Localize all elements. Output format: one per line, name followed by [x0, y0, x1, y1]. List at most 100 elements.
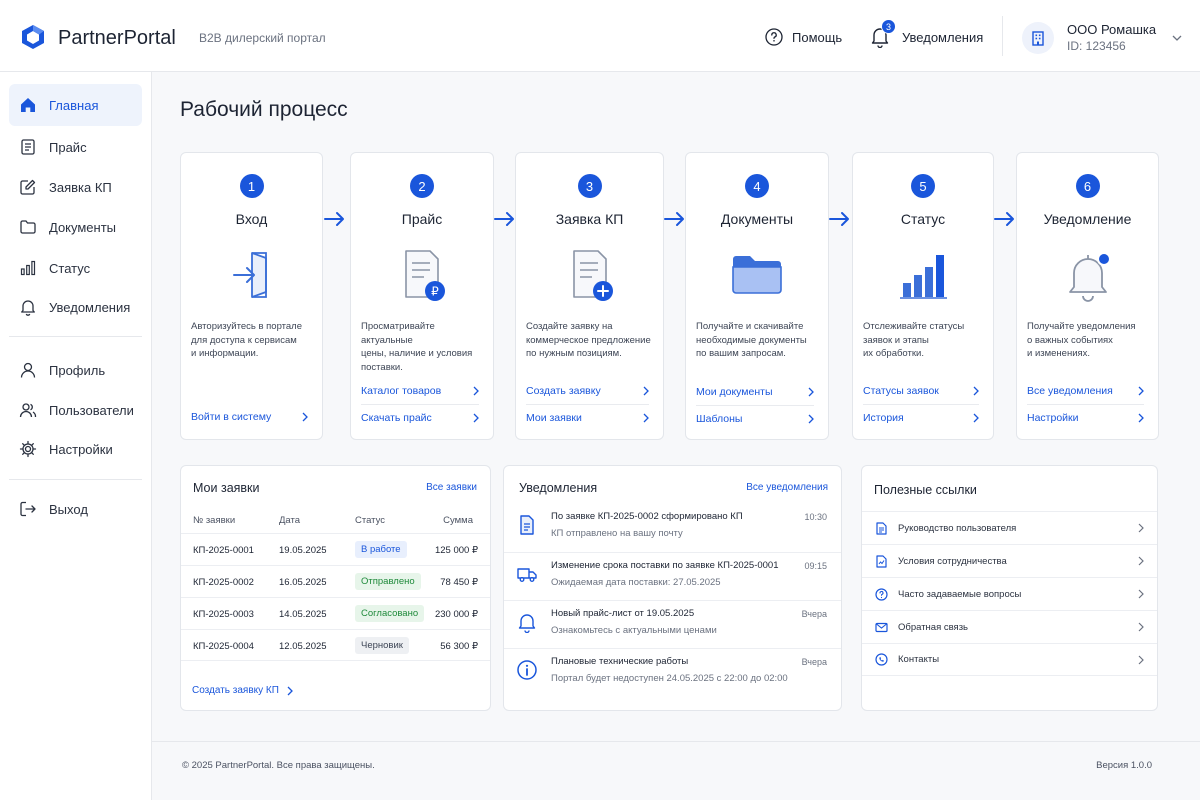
- step-title: Прайс: [401, 211, 443, 227]
- phone-icon: [875, 653, 888, 666]
- contacts-link[interactable]: Контакты: [862, 643, 1157, 676]
- sidebar-item-notifications[interactable]: Уведомления: [9, 286, 142, 328]
- faq-link[interactable]: Часто задаваемые вопросы: [862, 577, 1157, 610]
- bell-icon: 3: [870, 19, 896, 49]
- login-icon: [232, 252, 267, 298]
- all-requests-link[interactable]: Все заявки: [426, 482, 477, 493]
- sidebar-item-quote-request[interactable]: Заявка КП: [9, 166, 142, 208]
- catalog-link[interactable]: Каталог товаров: [361, 383, 479, 399]
- notifications-button[interactable]: 3 Уведомления: [870, 19, 984, 49]
- status-badge: Черновик: [355, 637, 409, 654]
- download-price-link[interactable]: Скачать прайс: [361, 410, 479, 426]
- step-description: Получайте и скачивайте необходимые докуме…: [696, 321, 807, 359]
- truck-icon: [517, 568, 537, 582]
- header-divider: [1002, 16, 1003, 56]
- request-sum: 78 450 ₽: [440, 577, 478, 588]
- chevron-right-icon: [1138, 413, 1144, 423]
- sidebar-item-label: Главная: [49, 97, 99, 113]
- sidebar-item-status[interactable]: Статус: [9, 247, 142, 289]
- notifications-panel: Уведомления Все уведомления По заявке КП…: [503, 465, 842, 711]
- user-manual-link[interactable]: Руководство пользователя: [862, 511, 1157, 544]
- notification-item[interactable]: Новый прайс-лист от 19.05.2025 Ознакомьт…: [504, 600, 841, 648]
- templates-link[interactable]: Шаблоны: [696, 411, 814, 427]
- sidebar-item-users[interactable]: Пользователи: [9, 389, 142, 431]
- request-date: 16.05.2025: [279, 577, 327, 588]
- chevron-right-icon: [1138, 622, 1144, 632]
- my-documents-link[interactable]: Мои документы: [696, 384, 814, 400]
- notification-item[interactable]: Плановые технические работы Портал будет…: [504, 648, 841, 696]
- notification-subtitle: Портал будет недоступен 24.05.2025 с 22:…: [551, 673, 788, 684]
- request-date: 14.05.2025: [279, 609, 327, 620]
- notification-time: 10:30: [804, 512, 827, 522]
- link-divider: [863, 404, 979, 405]
- sidebar-item-logout[interactable]: Выход: [9, 488, 142, 530]
- company-avatar: [1022, 22, 1054, 54]
- arrow-right-icon: [494, 212, 514, 226]
- useful-links-panel: Полезные ссылки Руководство пользователя…: [861, 465, 1158, 711]
- building-icon: [1032, 31, 1044, 46]
- company-name: ООО Ромашка: [1067, 22, 1157, 37]
- request-sum: 56 300 ₽: [440, 641, 478, 652]
- notification-title: Плановые технические работы: [551, 656, 689, 667]
- workflow-step-login: 1 Вход Авторизуйтесь в портале для доступ…: [180, 152, 323, 440]
- login-link[interactable]: Войти в систему: [191, 409, 308, 425]
- account-menu[interactable]: ООО Ромашка ID: 123456: [1022, 22, 1182, 54]
- price-list-icon: ₽: [405, 250, 445, 301]
- my-requests-panel: Мои заявки Все заявки № заявки Дата Стат…: [180, 465, 491, 711]
- chevron-right-icon: [643, 413, 649, 423]
- sidebar-item-documents[interactable]: Документы: [9, 206, 142, 248]
- create-request-link[interactable]: Создать заявку КП: [192, 685, 293, 696]
- logo-icon[interactable]: [20, 24, 46, 50]
- history-link[interactable]: История: [863, 410, 979, 426]
- all-notifications-link[interactable]: Все уведомления: [746, 482, 828, 493]
- notifications-label: Уведомления: [902, 29, 984, 45]
- create-request-link[interactable]: Создать заявку: [526, 383, 649, 399]
- link-divider: [361, 404, 479, 405]
- notification-time: 09:15: [804, 561, 827, 571]
- version-label: Версия 1.0.0: [1096, 760, 1152, 771]
- sidebar-item-profile[interactable]: Профиль: [9, 349, 142, 391]
- notification-item[interactable]: По заявке КП-2025-0002 сформировано КП К…: [504, 504, 841, 552]
- help-button[interactable]: Помощь: [765, 28, 842, 46]
- notification-settings-link[interactable]: Настройки: [1027, 410, 1144, 426]
- brand-name[interactable]: PartnerPortal: [58, 27, 176, 50]
- notification-item[interactable]: Изменение срока поставки по заявке КП-20…: [504, 552, 841, 600]
- help-label: Помощь: [792, 29, 843, 45]
- feedback-link[interactable]: Обратная связь: [862, 610, 1157, 643]
- sidebar-item-label: Прайс: [49, 139, 87, 155]
- sidebar-item-home[interactable]: Главная: [9, 84, 142, 126]
- chart-icon: [20, 260, 36, 276]
- sidebar-item-settings[interactable]: Настройки: [9, 428, 142, 470]
- step-title: Документы: [720, 211, 794, 227]
- notification-subtitle: Ожидаемая дата поставки: 27.05.2025: [551, 577, 721, 588]
- table-row[interactable]: КП-2025-0003 14.05.2025 Согласовано 230 …: [181, 597, 490, 629]
- mail-icon: [875, 622, 888, 632]
- contract-icon: [876, 554, 887, 568]
- sidebar-divider: [9, 479, 142, 480]
- workflow-step-notification: 6 Уведомление Получайте уведомления о важ…: [1016, 152, 1159, 440]
- manual-icon: [876, 521, 887, 535]
- document-icon: [21, 139, 35, 155]
- chevron-right-icon: [473, 386, 479, 396]
- table-row[interactable]: КП-2025-0004 12.05.2025 Черновик 56 300 …: [181, 629, 490, 661]
- my-requests-link[interactable]: Мои заявки: [526, 410, 649, 426]
- sidebar-item-label: Пользователи: [49, 402, 134, 418]
- home-icon: [21, 98, 35, 112]
- info-icon: [517, 660, 537, 680]
- cooperation-terms-link[interactable]: Условия сотрудничества: [862, 544, 1157, 577]
- workflow-step-status: 5 Статус Отслеживайте статусы заявок и эт…: [852, 152, 994, 440]
- table-row[interactable]: КП-2025-0001 19.05.2025 В работе 125 000…: [181, 533, 490, 565]
- table-row[interactable]: КП-2025-0002 16.05.2025 Отправлено 78 45…: [181, 565, 490, 597]
- sidebar-item-label: Заявка КП: [49, 179, 112, 195]
- company-id: ID: 123456: [1067, 39, 1126, 53]
- document-icon: [520, 515, 534, 535]
- step-number: 6: [1075, 174, 1100, 198]
- request-statuses-link[interactable]: Статусы заявок: [863, 383, 979, 399]
- sidebar-item-price[interactable]: Прайс: [9, 126, 142, 168]
- chevron-right-icon: [643, 386, 649, 396]
- chevron-right-icon: [287, 686, 293, 695]
- column-header: Статус: [355, 515, 386, 526]
- all-notifications-link[interactable]: Все уведомления: [1027, 383, 1144, 399]
- request-id: КП-2025-0003: [193, 609, 254, 620]
- step-title: Уведомление: [1043, 211, 1132, 227]
